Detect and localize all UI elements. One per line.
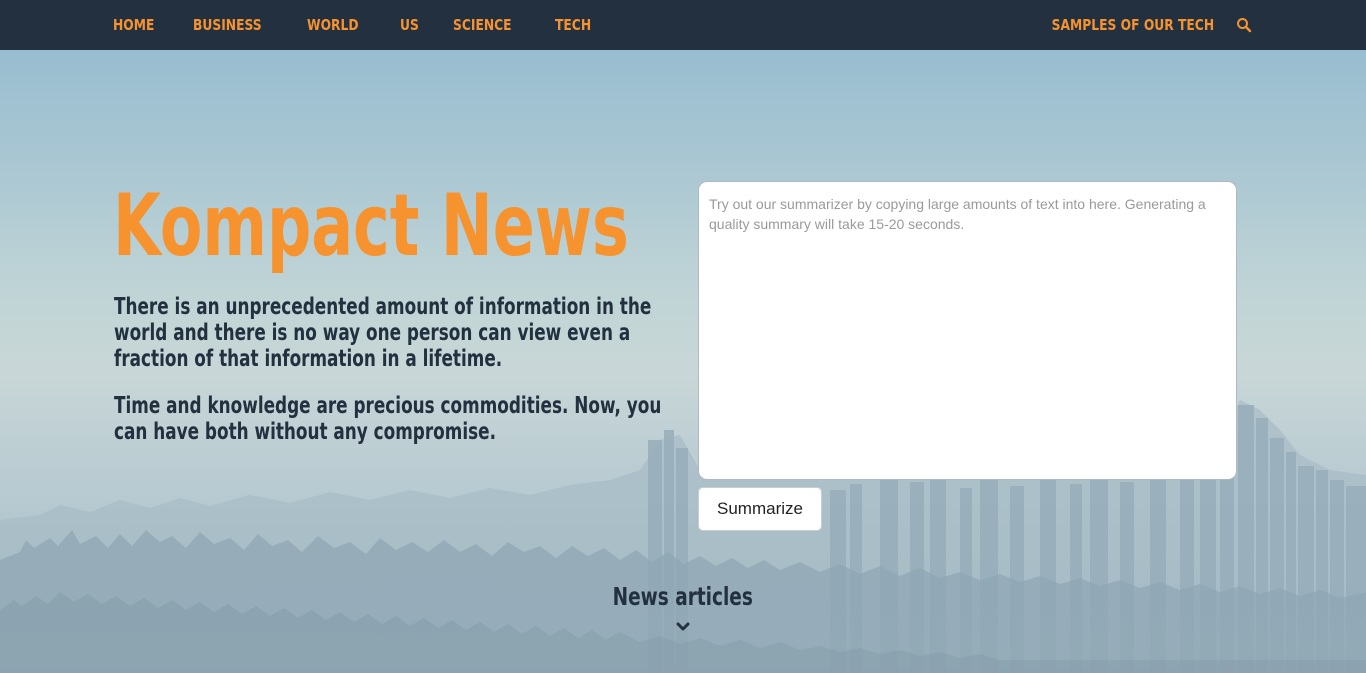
news-articles-link[interactable]: News articles [583, 582, 783, 631]
summarizer-textarea[interactable] [698, 181, 1237, 480]
nav-item-tech[interactable]: TECH [555, 16, 591, 34]
top-navbar: HOME BUSINESS WORLD US SCIENCE TECH SAMP… [0, 0, 1366, 50]
nav-right: SAMPLES OF OUR TECH [1016, 0, 1252, 50]
hero-paragraph-information: There is an unprecedented amount of info… [114, 294, 652, 372]
summarize-button[interactable]: Summarize [698, 487, 822, 531]
news-articles-label: News articles [612, 582, 754, 611]
chevron-down-icon[interactable] [676, 622, 690, 632]
nav-item-business[interactable]: BUSINESS [193, 16, 262, 34]
nav-item-us[interactable]: US [400, 16, 419, 34]
nav-item-home[interactable]: HOME [113, 16, 154, 34]
nav-item-world[interactable]: WORLD [307, 16, 359, 34]
nav-item-samples-of-our-tech[interactable]: SAMPLES OF OUR TECH [1052, 16, 1214, 34]
landing-page: HOME BUSINESS WORLD US SCIENCE TECH SAMP… [0, 0, 1366, 673]
page-title: Kompact News [113, 176, 629, 276]
nav-item-science[interactable]: SCIENCE [453, 16, 512, 34]
search-icon[interactable] [1236, 17, 1252, 33]
hero-paragraph-time-knowledge: Time and knowledge are precious commodit… [114, 393, 662, 445]
nav-links: HOME BUSINESS WORLD US SCIENCE TECH [113, 0, 629, 50]
